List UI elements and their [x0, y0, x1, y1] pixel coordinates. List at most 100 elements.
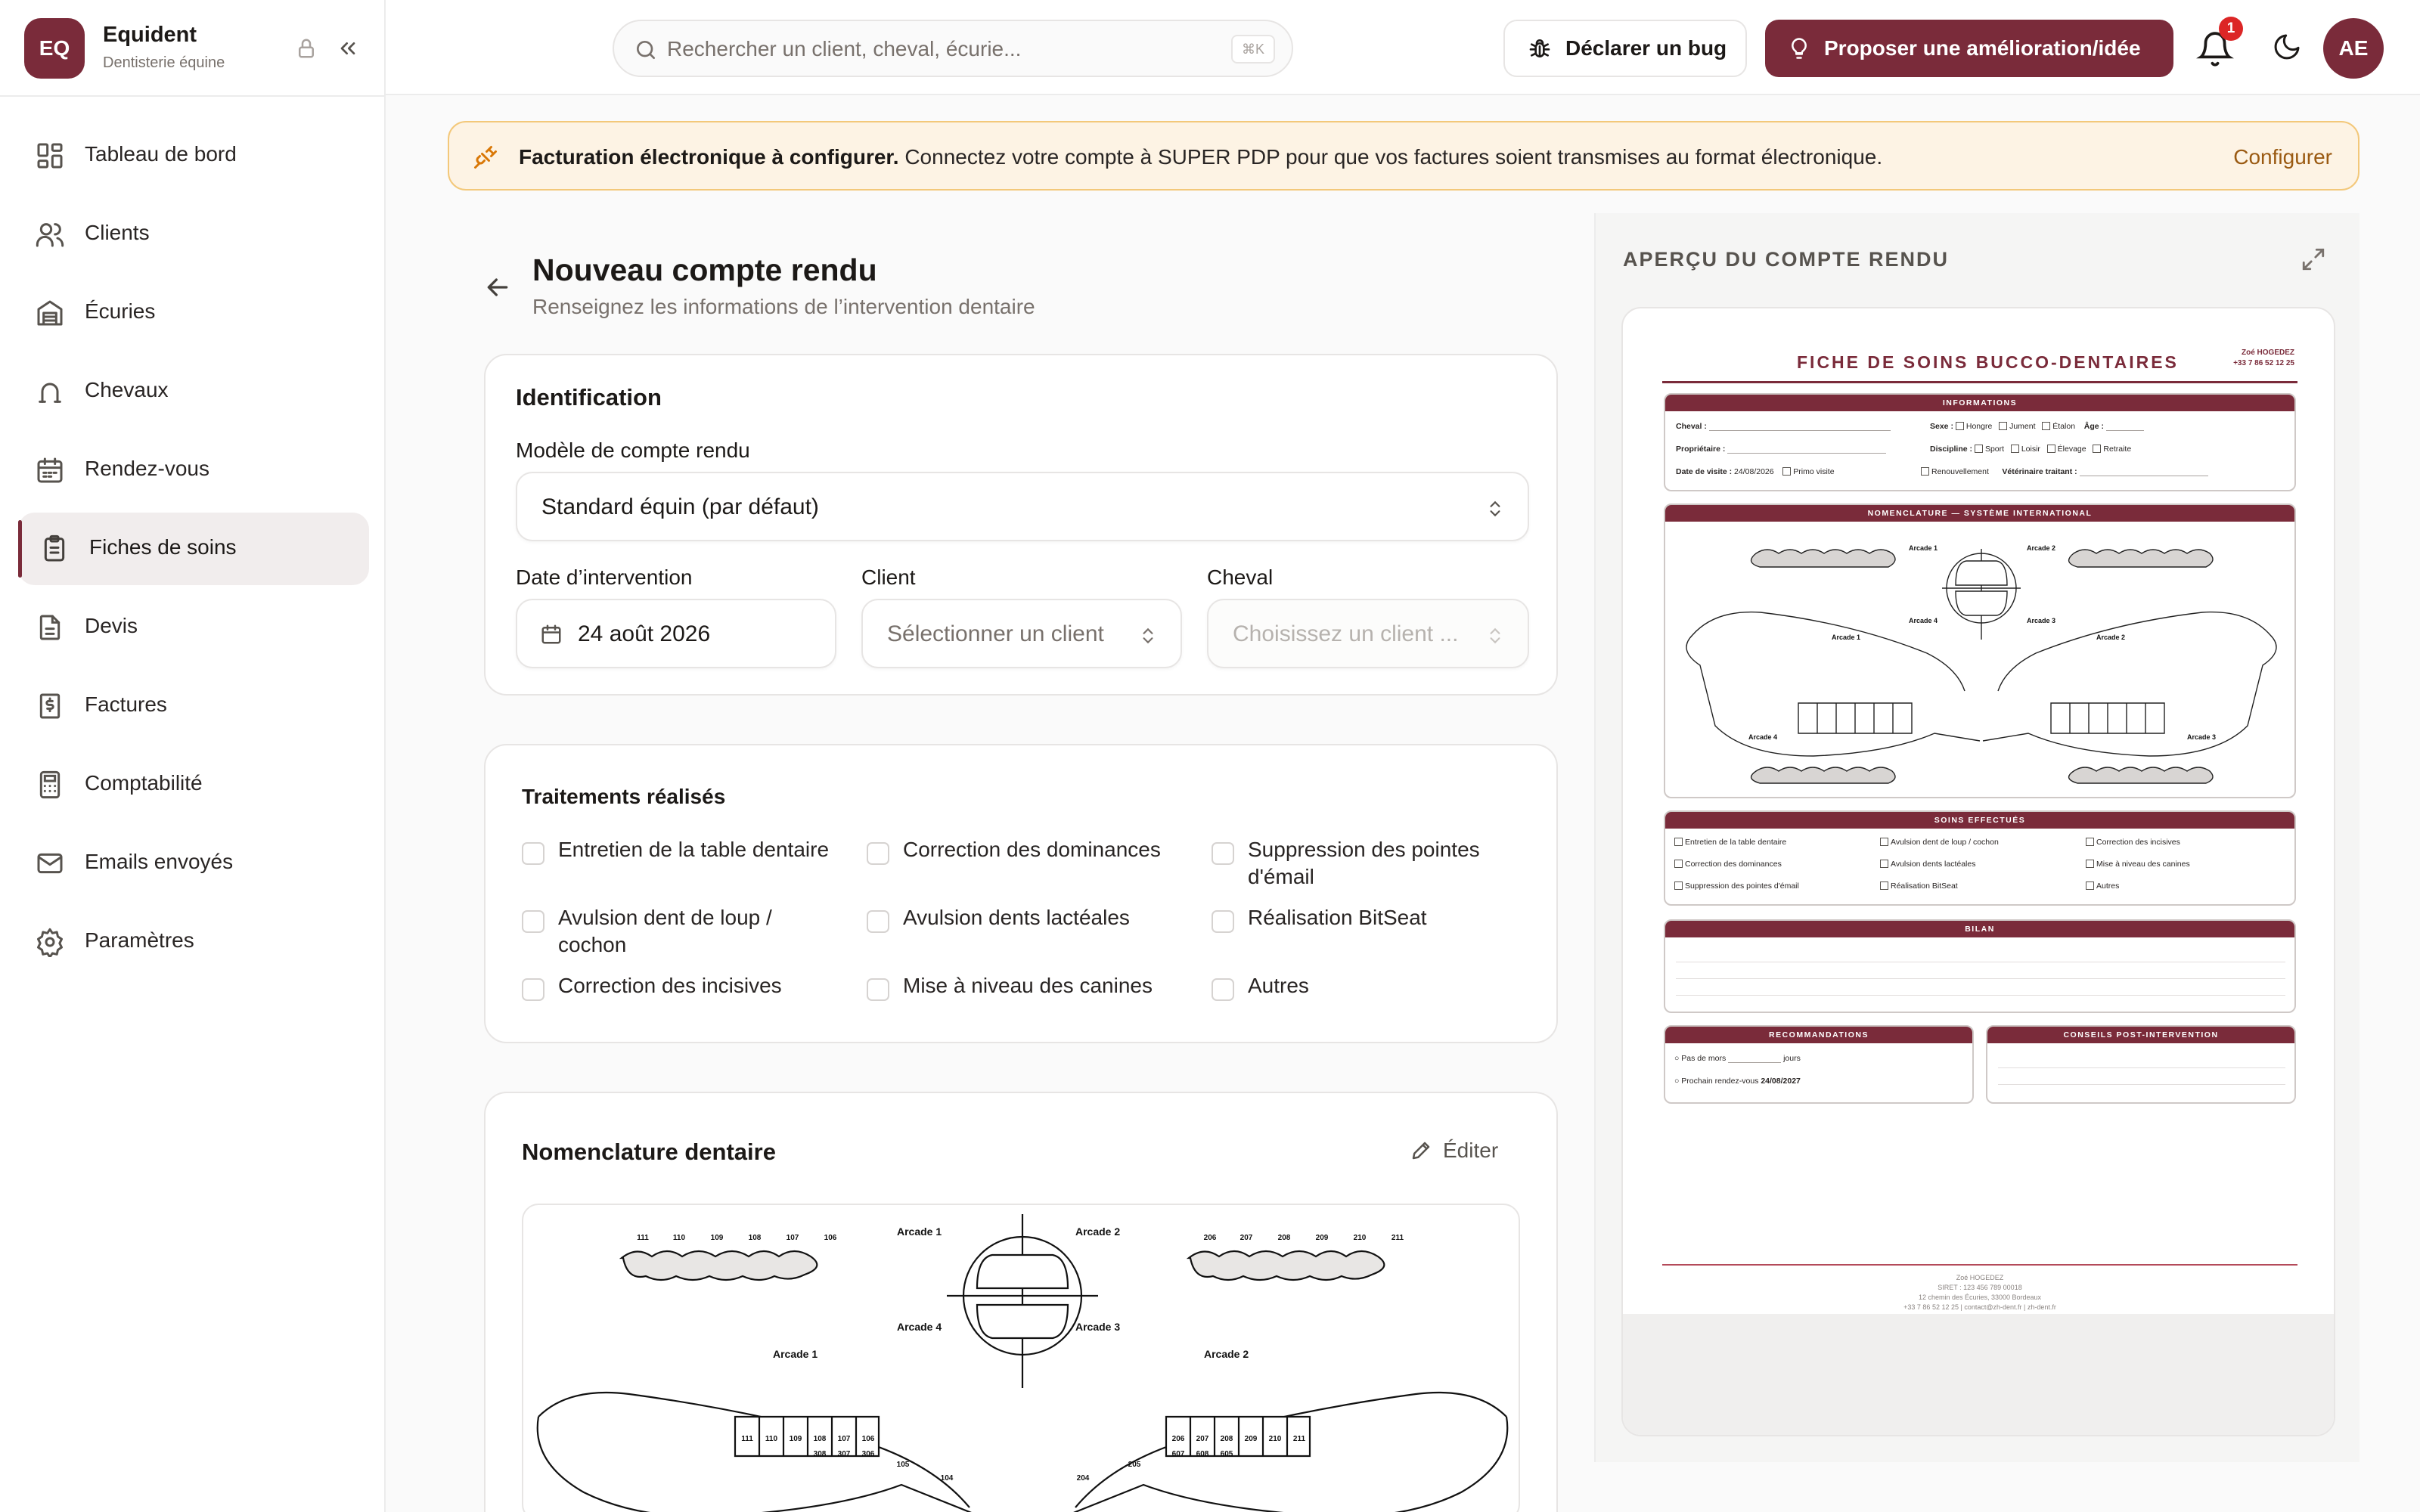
treatments-card: Traitements réalisés Entretien de la tab…	[484, 744, 1558, 1043]
sidebar-item-label: Écuries	[85, 299, 156, 323]
arcade-label: Arcade 1	[773, 1348, 818, 1360]
sidebar: EQ Equident Dentisterie équine Tableau d…	[0, 0, 386, 1512]
checkbox[interactable]	[522, 842, 544, 865]
checkbox[interactable]	[522, 910, 544, 933]
field-label: Discipline :	[1930, 445, 1973, 454]
date-field[interactable]: 24 août 2026	[516, 599, 836, 668]
arcade-label: Arcade 4	[897, 1321, 942, 1333]
arcade-label: Arcade 4	[1748, 733, 1777, 741]
tooth-number: 104	[941, 1474, 954, 1483]
sidebar-item-emails-envoyes[interactable]: Emails envoyés	[18, 827, 369, 900]
arcade-label: Arcade 2	[1204, 1348, 1249, 1360]
model-label: Modèle de compte rendu	[516, 438, 750, 462]
collapse-sidebar-icon[interactable]	[336, 36, 360, 60]
report-bug-button[interactable]: Déclarer un bug	[1503, 20, 1747, 77]
settings-icon	[37, 928, 63, 957]
doc-divider	[1662, 381, 2297, 383]
doc-reco-item: ○ Pas de mors jours	[1674, 1054, 1801, 1063]
treatment-option[interactable]: Autres	[1212, 972, 1529, 1001]
arcade-label: Arcade 2	[2096, 634, 2125, 641]
treatment-option[interactable]: Suppression des pointes d'émail	[1212, 836, 1529, 891]
doc-footer-divider	[1662, 1264, 2297, 1266]
page-title: Nouveau compte rendu	[532, 253, 877, 287]
configure-link[interactable]: Configurer	[2233, 145, 2332, 169]
checkbox[interactable]	[1212, 978, 1234, 1001]
back-arrow-icon[interactable]	[482, 272, 513, 302]
doc-section-recommandations: RECOMMANDATIONS ○ Pas de mors jours ○ Pr…	[1664, 1025, 1974, 1104]
search-input[interactable]	[667, 32, 1196, 67]
horse-select[interactable]: Choisissez un client ...	[1207, 599, 1529, 668]
sidebar-item-label: Factures	[85, 692, 167, 716]
lock-icon[interactable]	[295, 36, 318, 60]
date-label: Date d’intervention	[516, 565, 693, 589]
checkbox[interactable]	[867, 910, 889, 933]
doc-checkbox: Avulsion dent de loup / cochon	[1880, 838, 1999, 847]
option-label: Correction des dominances	[1685, 860, 1782, 869]
search-bar[interactable]: ⌘K	[613, 20, 1293, 77]
user-avatar[interactable]: AE	[2323, 18, 2384, 79]
checkbox[interactable]	[522, 978, 544, 1001]
model-select[interactable]: Standard équin (par défaut)	[516, 472, 1529, 541]
checkbox[interactable]	[1212, 842, 1234, 865]
option-label: Sport	[1984, 445, 2005, 454]
calendar-icon	[541, 624, 561, 644]
doc-checkbox: Correction des dominances	[1674, 860, 1782, 869]
checkbox[interactable]	[867, 978, 889, 1001]
tooth-number: 308	[814, 1450, 827, 1458]
checkbox[interactable]	[1212, 910, 1234, 933]
doc-owner-phone: +33 7 86 52 12 25	[2233, 359, 2294, 367]
footer-line: Zoé HOGEDEZ	[1956, 1274, 2004, 1281]
doc-owner-name: Zoé HOGEDEZ	[2241, 349, 2294, 357]
sidebar-item-label: Tableau de bord	[85, 142, 237, 166]
treatment-option[interactable]: Réalisation BitSeat	[1212, 904, 1529, 933]
checkbox[interactable]	[867, 842, 889, 865]
arcade-label: Arcade 2	[2027, 544, 2055, 552]
moon-icon[interactable]	[2272, 32, 2302, 62]
doc-checkbox: Mise à niveau des canines	[2086, 860, 2190, 869]
option-label: Avulsion dents lactéales	[1891, 860, 1976, 869]
treatment-option[interactable]: Correction des incisives	[522, 972, 832, 1001]
section-header: CONSEILS POST-INTERVENTION	[1987, 1027, 2294, 1043]
treatment-label: Suppression des pointes d'émail	[1248, 838, 1480, 888]
reco-text: Pas de mors	[1681, 1054, 1727, 1063]
doc-field: Cheval :	[1676, 422, 1891, 431]
tooth-number: 210	[1354, 1234, 1367, 1242]
sidebar-item-factures[interactable]: Factures	[18, 670, 369, 742]
sidebar-item-chevaux[interactable]: Chevaux	[18, 355, 369, 428]
suggest-idea-button[interactable]: Proposer une amélioration/idée	[1765, 20, 2173, 77]
treatment-option[interactable]: Avulsion dent de loup / cochon	[522, 904, 832, 959]
edit-button[interactable]: Éditer	[1410, 1139, 1498, 1163]
option-label: Étalon	[2052, 422, 2076, 431]
section-header: RECOMMANDATIONS	[1665, 1027, 1972, 1043]
doc-section-informations: INFORMATIONS Cheval : Sexe : Hongre Jume…	[1664, 393, 2296, 491]
sidebar-item-tableau-de-bord[interactable]: Tableau de bord	[18, 119, 369, 192]
tooth-number: 109	[711, 1234, 724, 1242]
sidebar-item-fiches-de-soins[interactable]: Fiches de soins	[18, 513, 369, 585]
identification-card: Identification Modèle de compte rendu St…	[484, 354, 1558, 696]
treatment-option[interactable]: Mise à niveau des canines	[867, 972, 1177, 1001]
search-shortcut: ⌘K	[1230, 35, 1275, 64]
report-sheet[interactable]: FICHE DE SOINS BUCCO-DENTAIRES Zoé HOGED…	[1621, 307, 2335, 1436]
e-invoicing-banner: Facturation électronique à configurer. C…	[448, 121, 2360, 191]
tooth-number: 605	[1221, 1450, 1233, 1458]
sidebar-item-comptabilite[interactable]: Comptabilité	[18, 748, 369, 821]
sidebar-item-clients[interactable]: Clients	[18, 198, 369, 271]
treatment-option[interactable]: Avulsion dents lactéales	[867, 904, 1177, 933]
expand-icon[interactable]	[2301, 246, 2326, 272]
calculator-icon	[39, 770, 60, 799]
brand[interactable]: EQ Equident Dentisterie équine	[24, 18, 365, 79]
tooth-number: 608	[1196, 1450, 1209, 1458]
dental-chart-image[interactable]: Arcade 1 Arcade 2 Arcade 4 Arcade 3 Arca…	[522, 1204, 1520, 1512]
doc-field: Date de visite : 24/08/2026 Primo visite	[1676, 467, 1835, 476]
sidebar-item-ecuries[interactable]: Écuries	[18, 277, 369, 349]
arcade-label: Arcade 4	[1909, 617, 1938, 624]
treatment-option[interactable]: Correction des dominances	[867, 836, 1177, 865]
sidebar-item-parametres[interactable]: Paramètres	[18, 906, 369, 978]
doc-field: Propriétaire :	[1676, 445, 1887, 454]
treatment-option[interactable]: Entretien de la table dentaire	[522, 836, 832, 865]
option-label: Loisir	[2021, 445, 2040, 454]
client-select[interactable]: Sélectionner un client	[861, 599, 1182, 668]
tooth-number: 106	[862, 1435, 875, 1443]
sidebar-item-rendez-vous[interactable]: Rendez-vous	[18, 434, 369, 507]
sidebar-item-devis[interactable]: Devis	[18, 591, 369, 664]
